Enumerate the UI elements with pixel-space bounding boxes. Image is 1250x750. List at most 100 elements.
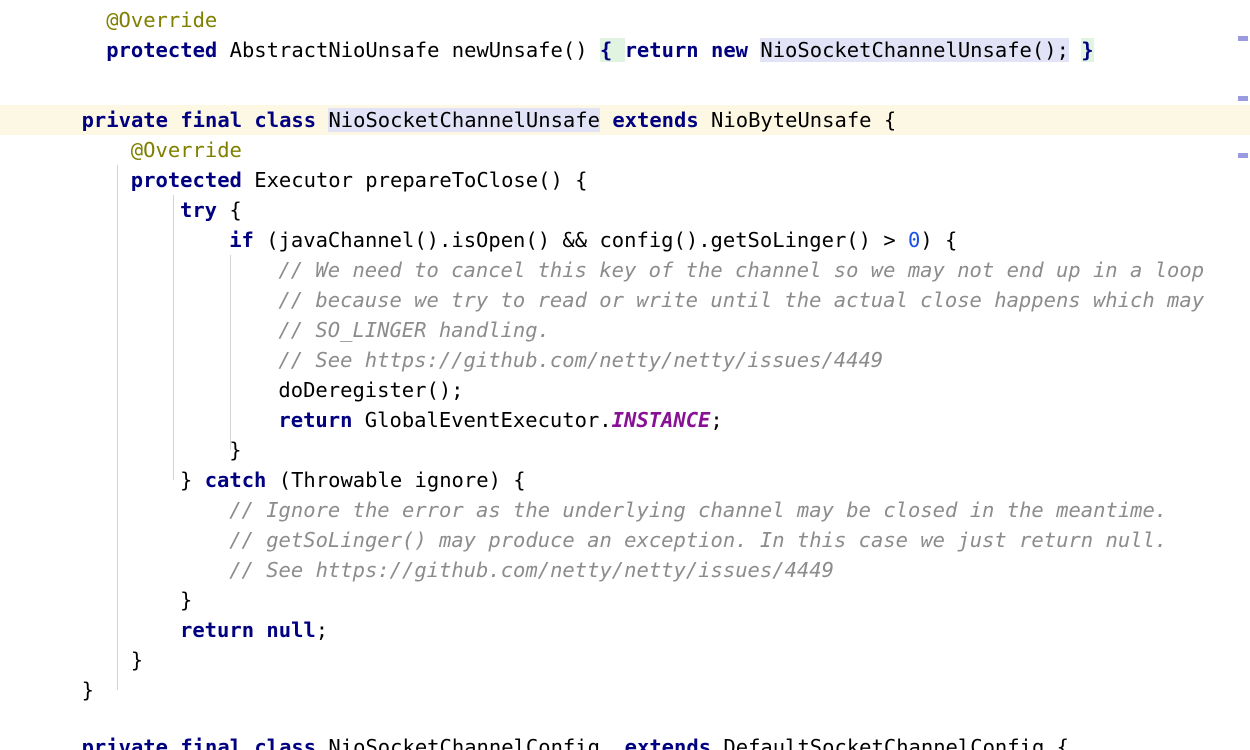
code-token: } (229, 438, 242, 462)
code-token: // See https://github.com/netty/netty/is… (278, 348, 884, 372)
code-token: // Ignore the error as the underlying ch… (229, 498, 1168, 522)
code-token: extends (624, 735, 712, 750)
code-line[interactable]: protected AbstractNioUnsafe newUnsafe() … (0, 35, 1250, 65)
code-line[interactable]: } (0, 435, 1250, 465)
code-line[interactable]: // We need to cancel this key of the cha… (0, 255, 1250, 285)
code-line-content: private final class NioSocketChannelUnsa… (0, 105, 896, 135)
code-line[interactable]: protected Executor prepareToClose() { (0, 165, 1250, 195)
code-token: { (599, 38, 613, 62)
code-token: } (180, 588, 193, 612)
code-line-content: } (0, 585, 192, 615)
code-token: private final class (81, 735, 317, 750)
code-token: private final class (81, 108, 317, 132)
code-token: Executor prepareToClose() { (241, 168, 588, 192)
code-token: (); (1031, 38, 1069, 62)
code-line[interactable]: doDeregister(); (0, 375, 1250, 405)
code-line-content: // Ignore the error as the underlying ch… (0, 495, 1167, 525)
editor-marker-gutter[interactable] (1236, 0, 1250, 750)
code-token: @Override (106, 8, 218, 32)
code-line[interactable] (0, 65, 1250, 95)
code-token: INSTANCE (611, 408, 711, 432)
code-token: NioByteUnsafe { (698, 108, 897, 132)
stripe-1[interactable] (1238, 36, 1248, 41)
code-line-content: doDeregister(); (0, 375, 464, 405)
code-line-content: if (javaChannel().isOpen() && config().g… (0, 225, 957, 255)
code-line-content: } (0, 645, 143, 675)
code-line-content: protected Executor prepareToClose() { (0, 165, 588, 195)
code-token: // getSoLinger() may produce an exceptio… (229, 528, 1168, 552)
code-line-content: return null; (0, 615, 328, 645)
code-token: return (624, 38, 699, 62)
code-token: new (710, 38, 749, 62)
code-token: ; (315, 618, 329, 642)
code-token: // We need to cancel this key of the cha… (278, 258, 1205, 282)
code-line[interactable]: // See https://github.com/netty/netty/is… (0, 555, 1250, 585)
code-token: DefaultSocketChannelConfig { (711, 735, 1069, 750)
code-token: (javaChannel().isOpen() && config().getS… (253, 228, 909, 252)
code-line-content: @Override (0, 135, 242, 165)
code-token: } (1081, 38, 1094, 62)
code-line[interactable]: // because we try to read or write until… (0, 285, 1250, 315)
code-line-content: protected AbstractNioUnsafe newUnsafe() … (0, 35, 1094, 65)
code-line[interactable]: // SO_LINGER handling. (0, 315, 1250, 345)
code-token: protected (130, 168, 242, 192)
code-token: return (278, 408, 353, 432)
code-line-content: private final class NioSocketChannelConf… (0, 732, 1069, 750)
code-line[interactable]: // Ignore the error as the underlying ch… (0, 495, 1250, 525)
code-token: NioSocketChannelUnsafe (760, 38, 1032, 62)
stripe-2[interactable] (1238, 96, 1248, 101)
code-token: @Override (130, 138, 242, 162)
code-line[interactable]: if (javaChannel().isOpen() && config().g… (0, 225, 1250, 255)
code-line-content: try { (0, 195, 242, 225)
code-token: NioSocketChannelConfig (316, 735, 625, 750)
code-text-area[interactable]: @Override protected AbstractNioUnsafe new… (0, 0, 1250, 750)
code-line[interactable]: @Override (0, 5, 1250, 35)
code-line[interactable]: } (0, 585, 1250, 615)
code-line-content: // See https://github.com/netty/netty/is… (0, 555, 834, 585)
code-line-content: // because we try to read or write until… (0, 285, 1204, 315)
code-token: protected (106, 38, 218, 62)
stripe-3[interactable] (1238, 153, 1248, 158)
code-line[interactable]: } (0, 675, 1250, 705)
code-line[interactable]: private final class NioSocketChannelConf… (0, 732, 1250, 750)
code-line-content: @Override (0, 5, 217, 35)
code-token (612, 38, 625, 62)
code-token: // because we try to read or write until… (278, 288, 1205, 312)
code-token: try (180, 198, 218, 222)
code-token: ; (710, 408, 723, 432)
code-line[interactable]: } (0, 645, 1250, 675)
code-editor[interactable]: @Override protected AbstractNioUnsafe new… (0, 0, 1250, 750)
code-line[interactable]: private final class NioSocketChannelUnsa… (0, 105, 1250, 135)
code-line-content: // See https://github.com/netty/netty/is… (0, 345, 883, 375)
code-token: return null (180, 618, 316, 642)
code-line[interactable]: @Override (0, 135, 1250, 165)
code-token: { (217, 198, 242, 222)
code-line[interactable]: // getSoLinger() may produce an exceptio… (0, 525, 1250, 555)
code-line[interactable]: return GlobalEventExecutor.INSTANCE; (0, 405, 1250, 435)
code-line-content: } (0, 675, 94, 705)
code-token: NioSocketChannelUnsafe (328, 108, 600, 132)
code-token: } (81, 678, 94, 702)
code-token: // See https://github.com/netty/netty/is… (229, 558, 834, 582)
code-token: ) { (920, 228, 958, 252)
code-token: (Throwable ignore) { (266, 468, 526, 492)
code-token: if (229, 228, 254, 252)
code-line-content: // We need to cancel this key of the cha… (0, 255, 1204, 285)
code-line[interactable]: try { (0, 195, 1250, 225)
code-token: } (130, 648, 144, 672)
code-token: 0 (908, 228, 921, 252)
code-token: // SO_LINGER handling. (278, 318, 550, 342)
code-token: doDeregister(); (278, 378, 464, 402)
code-line[interactable]: // See https://github.com/netty/netty/is… (0, 345, 1250, 375)
code-line[interactable]: return null; (0, 615, 1250, 645)
code-line-content: // SO_LINGER handling. (0, 315, 550, 345)
code-line[interactable] (0, 705, 1250, 735)
code-line-content: } (0, 435, 242, 465)
code-line[interactable]: } catch (Throwable ignore) { (0, 465, 1250, 495)
code-token: catch (204, 468, 267, 492)
